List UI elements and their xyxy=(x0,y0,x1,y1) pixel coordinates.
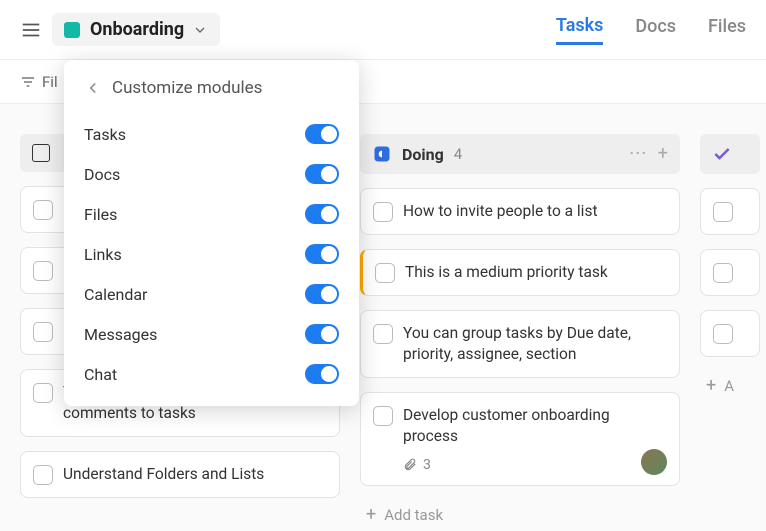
module-toggle[interactable] xyxy=(305,204,339,224)
column-next: + A xyxy=(700,134,760,501)
add-task-button[interactable]: + A xyxy=(700,371,760,401)
module-label: Files xyxy=(84,205,117,224)
module-toggle[interactable] xyxy=(305,284,339,304)
module-label: Tasks xyxy=(84,125,126,144)
tab-files[interactable]: Files xyxy=(708,16,746,43)
task-checkbox[interactable] xyxy=(373,324,393,344)
task-card[interactable]: How to invite people to a list xyxy=(360,188,680,235)
task-checkbox[interactable] xyxy=(713,263,733,283)
attachment-icon xyxy=(403,458,417,472)
add-task-button[interactable]: + Add task xyxy=(360,500,680,530)
filter-label[interactable]: Fil xyxy=(42,73,58,91)
topbar: Onboarding Tasks Docs Files xyxy=(0,0,766,60)
module-list: Tasks Docs Files Links Calendar Messages… xyxy=(64,104,359,394)
column-add-icon[interactable]: + xyxy=(658,145,668,163)
plus-icon: + xyxy=(706,377,716,395)
task-checkbox[interactable] xyxy=(713,202,733,222)
module-item-docs: Docs xyxy=(84,154,339,194)
top-tabs: Tasks Docs Files xyxy=(556,15,746,45)
task-title: How to invite people to a list xyxy=(403,201,598,222)
module-item-messages: Messages xyxy=(84,314,339,354)
task-card[interactable]: This is a medium priority task xyxy=(360,249,680,296)
module-label: Calendar xyxy=(84,285,147,304)
module-item-tasks: Tasks xyxy=(84,114,339,154)
task-card[interactable] xyxy=(700,188,760,235)
column-doing: Doing 4 ⋯ + How to invite people to a li… xyxy=(360,134,680,501)
plus-icon: + xyxy=(366,506,376,524)
customize-modules-dropdown: Customize modules Tasks Docs Files Links… xyxy=(64,60,359,406)
task-checkbox[interactable] xyxy=(373,406,393,426)
task-checkbox[interactable] xyxy=(33,383,53,403)
attachment-count: 3 xyxy=(423,457,431,473)
module-toggle[interactable] xyxy=(305,164,339,184)
workspace-selector[interactable]: Onboarding xyxy=(52,13,220,46)
task-title: Understand Folders and Lists xyxy=(63,464,264,485)
square-icon xyxy=(32,144,50,162)
add-task-label: Add task xyxy=(384,506,443,524)
module-label: Chat xyxy=(84,365,117,384)
column-more-icon[interactable]: ⋯ xyxy=(629,145,648,163)
task-title: Develop customer onboarding process xyxy=(403,406,610,445)
module-item-links: Links xyxy=(84,234,339,274)
module-item-calendar: Calendar xyxy=(84,274,339,314)
menu-icon[interactable] xyxy=(20,19,42,41)
task-card[interactable] xyxy=(700,310,760,357)
chevron-down-icon xyxy=(192,22,208,38)
module-label: Docs xyxy=(84,165,120,184)
module-label: Messages xyxy=(84,325,157,344)
module-label: Links xyxy=(84,245,122,264)
module-toggle[interactable] xyxy=(305,364,339,384)
column-title: Doing xyxy=(402,145,444,164)
filter-icon[interactable] xyxy=(20,74,36,90)
tab-docs[interactable]: Docs xyxy=(635,16,676,43)
task-checkbox[interactable] xyxy=(713,324,733,344)
column-count: 4 xyxy=(454,145,462,163)
workspace-color-swatch xyxy=(64,22,80,38)
column-header[interactable]: Doing 4 ⋯ + xyxy=(360,134,680,174)
task-title: You can group tasks by Due date, priorit… xyxy=(403,323,667,365)
task-checkbox[interactable] xyxy=(33,465,53,485)
task-checkbox[interactable] xyxy=(33,261,53,281)
module-toggle[interactable] xyxy=(305,124,339,144)
workspace-title: Onboarding xyxy=(90,19,184,40)
task-checkbox[interactable] xyxy=(33,200,53,220)
column-icon xyxy=(372,144,392,164)
add-task-label: A xyxy=(724,377,734,395)
module-item-files: Files xyxy=(84,194,339,234)
module-toggle[interactable] xyxy=(305,244,339,264)
check-icon xyxy=(712,144,732,164)
task-card[interactable]: Understand Folders and Lists xyxy=(20,451,340,498)
back-icon[interactable] xyxy=(84,79,102,97)
dropdown-title: Customize modules xyxy=(112,78,262,98)
tab-tasks[interactable]: Tasks xyxy=(556,15,604,45)
module-item-chat: Chat xyxy=(84,354,339,394)
task-card[interactable]: Develop customer onboarding process 3 xyxy=(360,392,680,486)
task-checkbox[interactable] xyxy=(375,263,395,283)
task-title: This is a medium priority task xyxy=(405,262,608,283)
task-checkbox[interactable] xyxy=(373,202,393,222)
task-card[interactable]: You can group tasks by Due date, priorit… xyxy=(360,310,680,378)
module-toggle[interactable] xyxy=(305,324,339,344)
task-card[interactable] xyxy=(700,249,760,296)
task-checkbox[interactable] xyxy=(33,322,53,342)
column-header[interactable] xyxy=(700,134,760,174)
assignee-avatar[interactable] xyxy=(641,449,667,475)
